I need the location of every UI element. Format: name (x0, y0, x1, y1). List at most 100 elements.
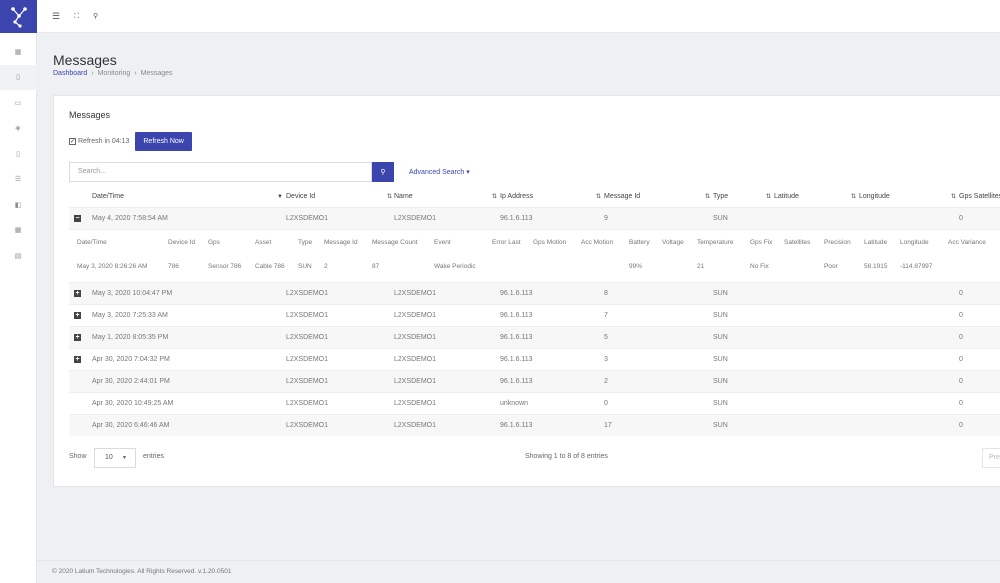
menu-icon[interactable]: ☰ (52, 11, 60, 21)
expand-icon[interactable]: + (74, 290, 81, 297)
sidebar-item-layers[interactable]: ◧ (0, 192, 37, 218)
sort-icon: ⇅ (492, 194, 498, 200)
detail-value: Cable 786 (255, 263, 285, 270)
table-row[interactable]: − May 4, 2020 7:58:54 AM L2XSDEMO1 L2XSD… (69, 207, 1000, 229)
col-header-device-id[interactable]: Device Id (286, 187, 315, 207)
cell-ip: 96.1.6.113 (500, 334, 533, 341)
cell-message-id: 0 (604, 400, 608, 407)
cell-device-id: L2XSDEMO1 (286, 422, 329, 429)
detail-value: 786 (168, 263, 179, 270)
previous-page-button[interactable]: Pre (982, 448, 1000, 468)
detail-value: 21 (697, 263, 705, 270)
page-length-select[interactable]: 10 ▼ (94, 448, 136, 468)
detail-value: May 3, 2020 8:26:26 AM (77, 263, 148, 270)
list-icon: ☰ (14, 176, 22, 184)
breadcrumb-dashboard[interactable]: Dashboard (53, 70, 87, 77)
col-header-longitude[interactable]: Longitude (859, 187, 890, 207)
cell-message-id: 2 (604, 378, 608, 385)
table-header: Date/Time ▼ Device Id ⇅ Name ⇅ Ip Addres… (69, 187, 1000, 207)
cell-type: SUN (713, 215, 728, 222)
search-icon[interactable]: ⚲ (93, 13, 98, 20)
cell-ip: 96.1.6.113 (500, 378, 533, 385)
breadcrumb-messages: Messages (140, 70, 173, 77)
detail-header: Acc Motion (581, 239, 614, 246)
col-header-type[interactable]: Type (713, 187, 728, 207)
table-row[interactable]: + May 1, 2020 8:05:35 PM L2XSDEMO1 L2XSD… (69, 326, 1000, 348)
sidebar-item-security[interactable]: ◈ (0, 116, 37, 142)
sidebar-item-devices[interactable]: ▯ (0, 141, 37, 167)
sort-icon: ⇅ (766, 194, 772, 200)
detail-header: Acc Variance (948, 239, 986, 246)
sort-icon: ⇅ (851, 194, 857, 200)
detail-header: Message Id (324, 239, 358, 246)
cell-message-id: 5 (604, 334, 608, 341)
breadcrumb-monitoring[interactable]: Monitoring (98, 70, 131, 77)
table-row[interactable]: Apr 30, 2020 2:44:01 PM L2XSDEMO1 L2XSDE… (69, 370, 1000, 392)
table-row[interactable]: Apr 30, 2020 6:46:46 AM L2XSDEMO1 L2XSDE… (69, 414, 1000, 436)
advanced-search-link[interactable]: Advanced Search ▾ (409, 168, 470, 176)
col-header-datetime[interactable]: Date/Time (92, 187, 124, 207)
table-footer: Show 10 ▼ entries Showing 1 to 8 of 8 en… (69, 448, 1000, 468)
map-icon: ▭ (14, 99, 22, 107)
refresh-checkbox[interactable]: ✓ (69, 138, 76, 145)
expand-icon[interactable]: + (74, 334, 81, 341)
cell-device-id: L2XSDEMO1 (286, 378, 329, 385)
cell-datetime: Apr 30, 2020 7:04:32 PM (92, 356, 170, 363)
refresh-toggle[interactable]: ✓ Refresh in 04:13 (69, 138, 129, 145)
detail-header: Error Last (492, 239, 521, 246)
show-label: Show (69, 453, 87, 460)
sidebar-item-map[interactable]: ▭ (0, 90, 37, 116)
cell-name: L2XSDEMO1 (394, 356, 437, 363)
table-row[interactable]: Apr 30, 2020 10:49:25 AM L2XSDEMO1 L2XSD… (69, 392, 1000, 414)
search-input[interactable]: Search... (69, 162, 372, 182)
table-row[interactable]: + May 3, 2020 7:25:33 AM L2XSDEMO1 L2XSD… (69, 304, 1000, 326)
sidebar-item-settings[interactable]: ▦ (0, 218, 37, 244)
detail-header: Satellites (784, 239, 811, 246)
table-row[interactable]: + May 3, 2020 10:04:47 PM L2XSDEMO1 L2XS… (69, 282, 1000, 304)
sidebar-item-list[interactable]: ☰ (0, 167, 37, 193)
detail-header: Precision (824, 239, 851, 246)
cell-ip: 96.1.6.113 (500, 356, 533, 363)
sort-icon: ⇅ (951, 194, 957, 200)
sidebar-item-table[interactable]: ▤ (0, 243, 37, 269)
logo[interactable] (0, 0, 37, 33)
col-header-message-id[interactable]: Message Id (604, 187, 640, 207)
collapse-icon[interactable]: − (74, 215, 81, 222)
detail-header: Gps Fix (750, 239, 773, 246)
detail-header: Event (434, 239, 451, 246)
table-row[interactable]: + Apr 30, 2020 7:04:32 PM L2XSDEMO1 L2XS… (69, 348, 1000, 370)
cell-type: SUN (713, 312, 728, 319)
col-header-gps-satellites[interactable]: Gps Satellites (959, 187, 1000, 207)
refresh-now-button[interactable]: Refresh Now (135, 132, 192, 151)
col-header-latitude[interactable]: Latitude (774, 187, 799, 207)
cell-name: L2XSDEMO1 (394, 334, 437, 341)
shield-icon: ◈ (15, 125, 21, 133)
messages-table: Date/Time ▼ Device Id ⇅ Name ⇅ Ip Addres… (69, 187, 1000, 436)
cell-datetime: Apr 30, 2020 10:49:25 AM (92, 400, 174, 407)
cell-name: L2XSDEMO1 (394, 378, 437, 385)
detail-header: Type (298, 239, 313, 246)
cell-name: L2XSDEMO1 (394, 422, 437, 429)
cell-message-id: 17 (604, 422, 612, 429)
sidebar-item-messages[interactable]: ▯ (0, 64, 37, 90)
cell-datetime: May 3, 2020 7:25:33 AM (92, 312, 168, 319)
detail-header: Latitude (864, 239, 888, 246)
cell-gps-satellites: 0 (959, 400, 963, 407)
cell-datetime: Apr 30, 2020 6:46:46 AM (92, 422, 170, 429)
detail-header: Battery (629, 239, 650, 246)
chevron-down-icon: ▼ (122, 455, 127, 461)
grid-icon: ▦ (14, 48, 22, 56)
sidebar-item-dashboard[interactable]: ▦ (0, 39, 37, 65)
detail-header: Date/Time (77, 239, 107, 246)
expand-icon[interactable]: + (74, 312, 81, 319)
phone-icon: ▯ (16, 74, 20, 82)
expand-icon[interactable]: + (74, 356, 81, 363)
search-button[interactable]: ⚲ (372, 162, 394, 182)
col-header-name[interactable]: Name (394, 187, 413, 207)
fullscreen-icon[interactable]: ⛶ (74, 13, 79, 20)
col-header-ip[interactable]: Ip Address (500, 187, 533, 207)
search-icon: ⚲ (380, 169, 386, 176)
cell-gps-satellites: 0 (959, 312, 963, 319)
cell-device-id: L2XSDEMO1 (286, 290, 329, 297)
cell-gps-satellites: 0 (959, 356, 963, 363)
